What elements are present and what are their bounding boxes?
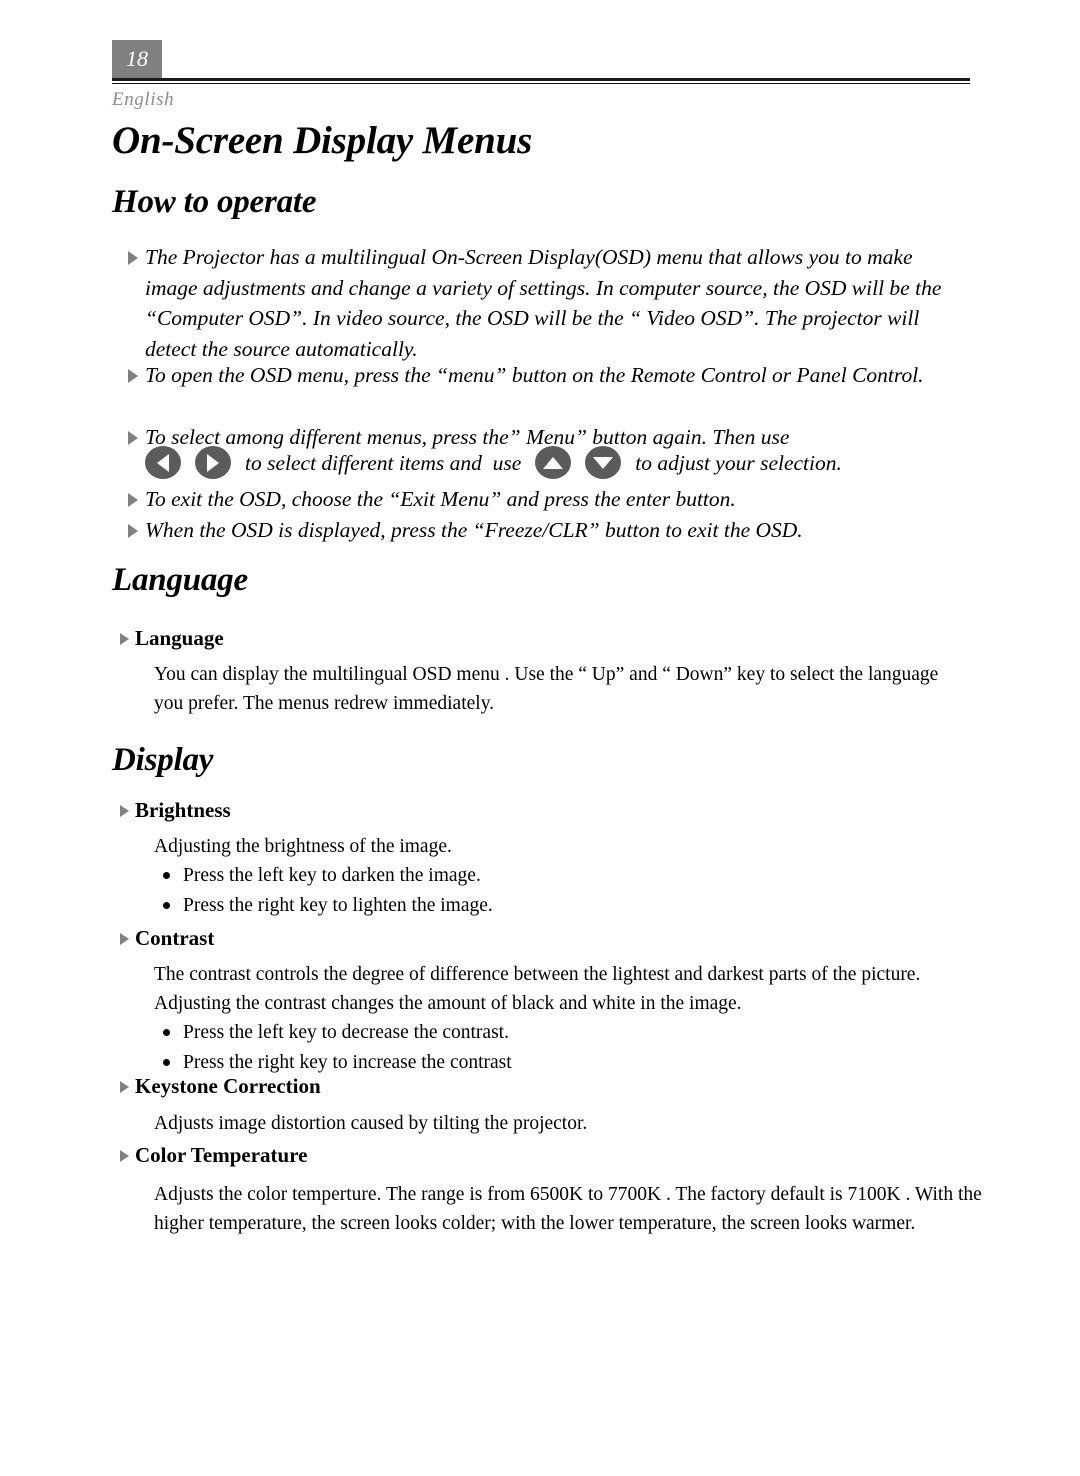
section-language: Language [112, 562, 248, 599]
section-heading-how-to-operate: How to operate [112, 184, 317, 220]
list-item-text: Press the right key to lighten the image… [183, 895, 493, 916]
subsection-heading-contrast: Contrast [120, 926, 980, 951]
dot-bullet-icon [163, 902, 170, 909]
subsection-heading-text: Language [135, 626, 224, 650]
list-item-text: Press the left key to decrease the contr… [183, 1022, 509, 1043]
dot-bullet-icon [163, 1029, 170, 1036]
subsection-heading-text: Brightness [135, 798, 231, 822]
how-to-operate-bullet-2: To open the OSD menu, press the “menu” b… [128, 360, 966, 391]
bullet-text: The Projector has a multilingual On-Scre… [145, 245, 942, 361]
subsection-body-text: You can display the multilingual OSD men… [154, 664, 939, 714]
subsection-heading-text: Keystone Correction [135, 1074, 321, 1098]
how-to-operate-bullet-4: To exit the OSD, choose the “Exit Menu” … [128, 484, 966, 515]
document-page: 18 English On-Screen Display Menus How t… [0, 0, 1080, 1476]
triangle-bullet-icon [120, 632, 129, 645]
subsection-heading-color-temperature: Color Temperature [120, 1143, 990, 1168]
subsection-heading-text: Contrast [135, 926, 215, 950]
page-header: 18 English [112, 40, 970, 111]
triangle-bullet-icon [128, 369, 138, 383]
right-arrow-button[interactable] [195, 446, 231, 479]
keys-middle-text: to select different items and use [245, 450, 522, 475]
page-number-badge: 18 [112, 40, 162, 78]
triangle-bullet-icon [128, 524, 138, 538]
left-arrow-icon [157, 453, 169, 472]
list-item: Press the left key to decrease the contr… [154, 1018, 980, 1048]
section-how-to-operate: How to operate [112, 184, 317, 221]
bullet-list: Press the left key to darken the image. … [154, 861, 960, 921]
how-to-operate-bullet-5: When the OSD is displayed, press the “Fr… [128, 515, 966, 546]
left-arrow-button[interactable] [145, 446, 181, 479]
subsection-keystone-correction: Keystone Correction Adjusts image distor… [120, 1074, 980, 1138]
up-arrow-icon [543, 456, 564, 469]
page-title: On-Screen Display Menus [112, 119, 533, 162]
language-label: English [112, 89, 175, 110]
triangle-bullet-icon [120, 804, 129, 817]
section-heading-language: Language [112, 562, 248, 598]
right-arrow-icon [207, 453, 219, 472]
triangle-bullet-icon [128, 251, 138, 265]
triangle-bullet-icon [120, 932, 129, 945]
bullet-text: When the OSD is displayed, press the “Fr… [145, 518, 803, 542]
bullet-text: To exit the OSD, choose the “Exit Menu” … [145, 487, 736, 511]
keys-end-text: to adjust your selection. [635, 450, 842, 475]
list-item-text: Press the left key to darken the image. [183, 865, 481, 886]
list-item: Press the left key to darken the image. [154, 861, 960, 891]
subsection-color-temperature: Color Temperature Adjusts the color temp… [120, 1143, 990, 1238]
list-item: Press the right key to lighten the image… [154, 891, 960, 921]
subsection-language: Language You can display the multilingua… [120, 626, 960, 718]
bullet-text: To open the OSD menu, press the “menu” b… [145, 363, 924, 387]
triangle-bullet-icon [120, 1149, 129, 1162]
section-display: Display [112, 742, 213, 779]
subsection-body-text: Adjusting the brightness of the image. [154, 836, 452, 857]
bullet-list: Press the left key to decrease the contr… [154, 1018, 980, 1078]
header-divider [112, 78, 970, 84]
subsection-heading-language: Language [120, 626, 960, 651]
how-to-operate-bullet-1: The Projector has a multilingual On-Scre… [128, 242, 958, 364]
subsection-contrast: Contrast The contrast controls the degre… [120, 926, 980, 1078]
triangle-bullet-icon [120, 1080, 129, 1093]
dot-bullet-icon [163, 1059, 170, 1066]
subsection-brightness: Brightness Adjusting the brightness of t… [120, 798, 960, 921]
subsection-heading-keystone-correction: Keystone Correction [120, 1074, 980, 1099]
down-arrow-icon [593, 456, 614, 469]
osd-navigation-keys-row: to select different items and use to adj… [128, 446, 988, 479]
subsection-heading-brightness: Brightness [120, 798, 960, 823]
triangle-bullet-icon [128, 493, 138, 507]
up-arrow-button[interactable] [535, 446, 572, 479]
down-arrow-button[interactable] [585, 446, 622, 479]
subsection-heading-text: Color Temperature [135, 1143, 308, 1167]
subsection-body-text: The contrast controls the degree of diff… [154, 964, 921, 1014]
section-heading-display: Display [112, 742, 214, 778]
subsection-body-text: Adjusts the color temperture. The range … [154, 1184, 982, 1234]
dot-bullet-icon [163, 872, 170, 879]
subsection-body-text: Adjusts image distortion caused by tilti… [154, 1113, 588, 1134]
triangle-bullet-icon [128, 431, 138, 445]
